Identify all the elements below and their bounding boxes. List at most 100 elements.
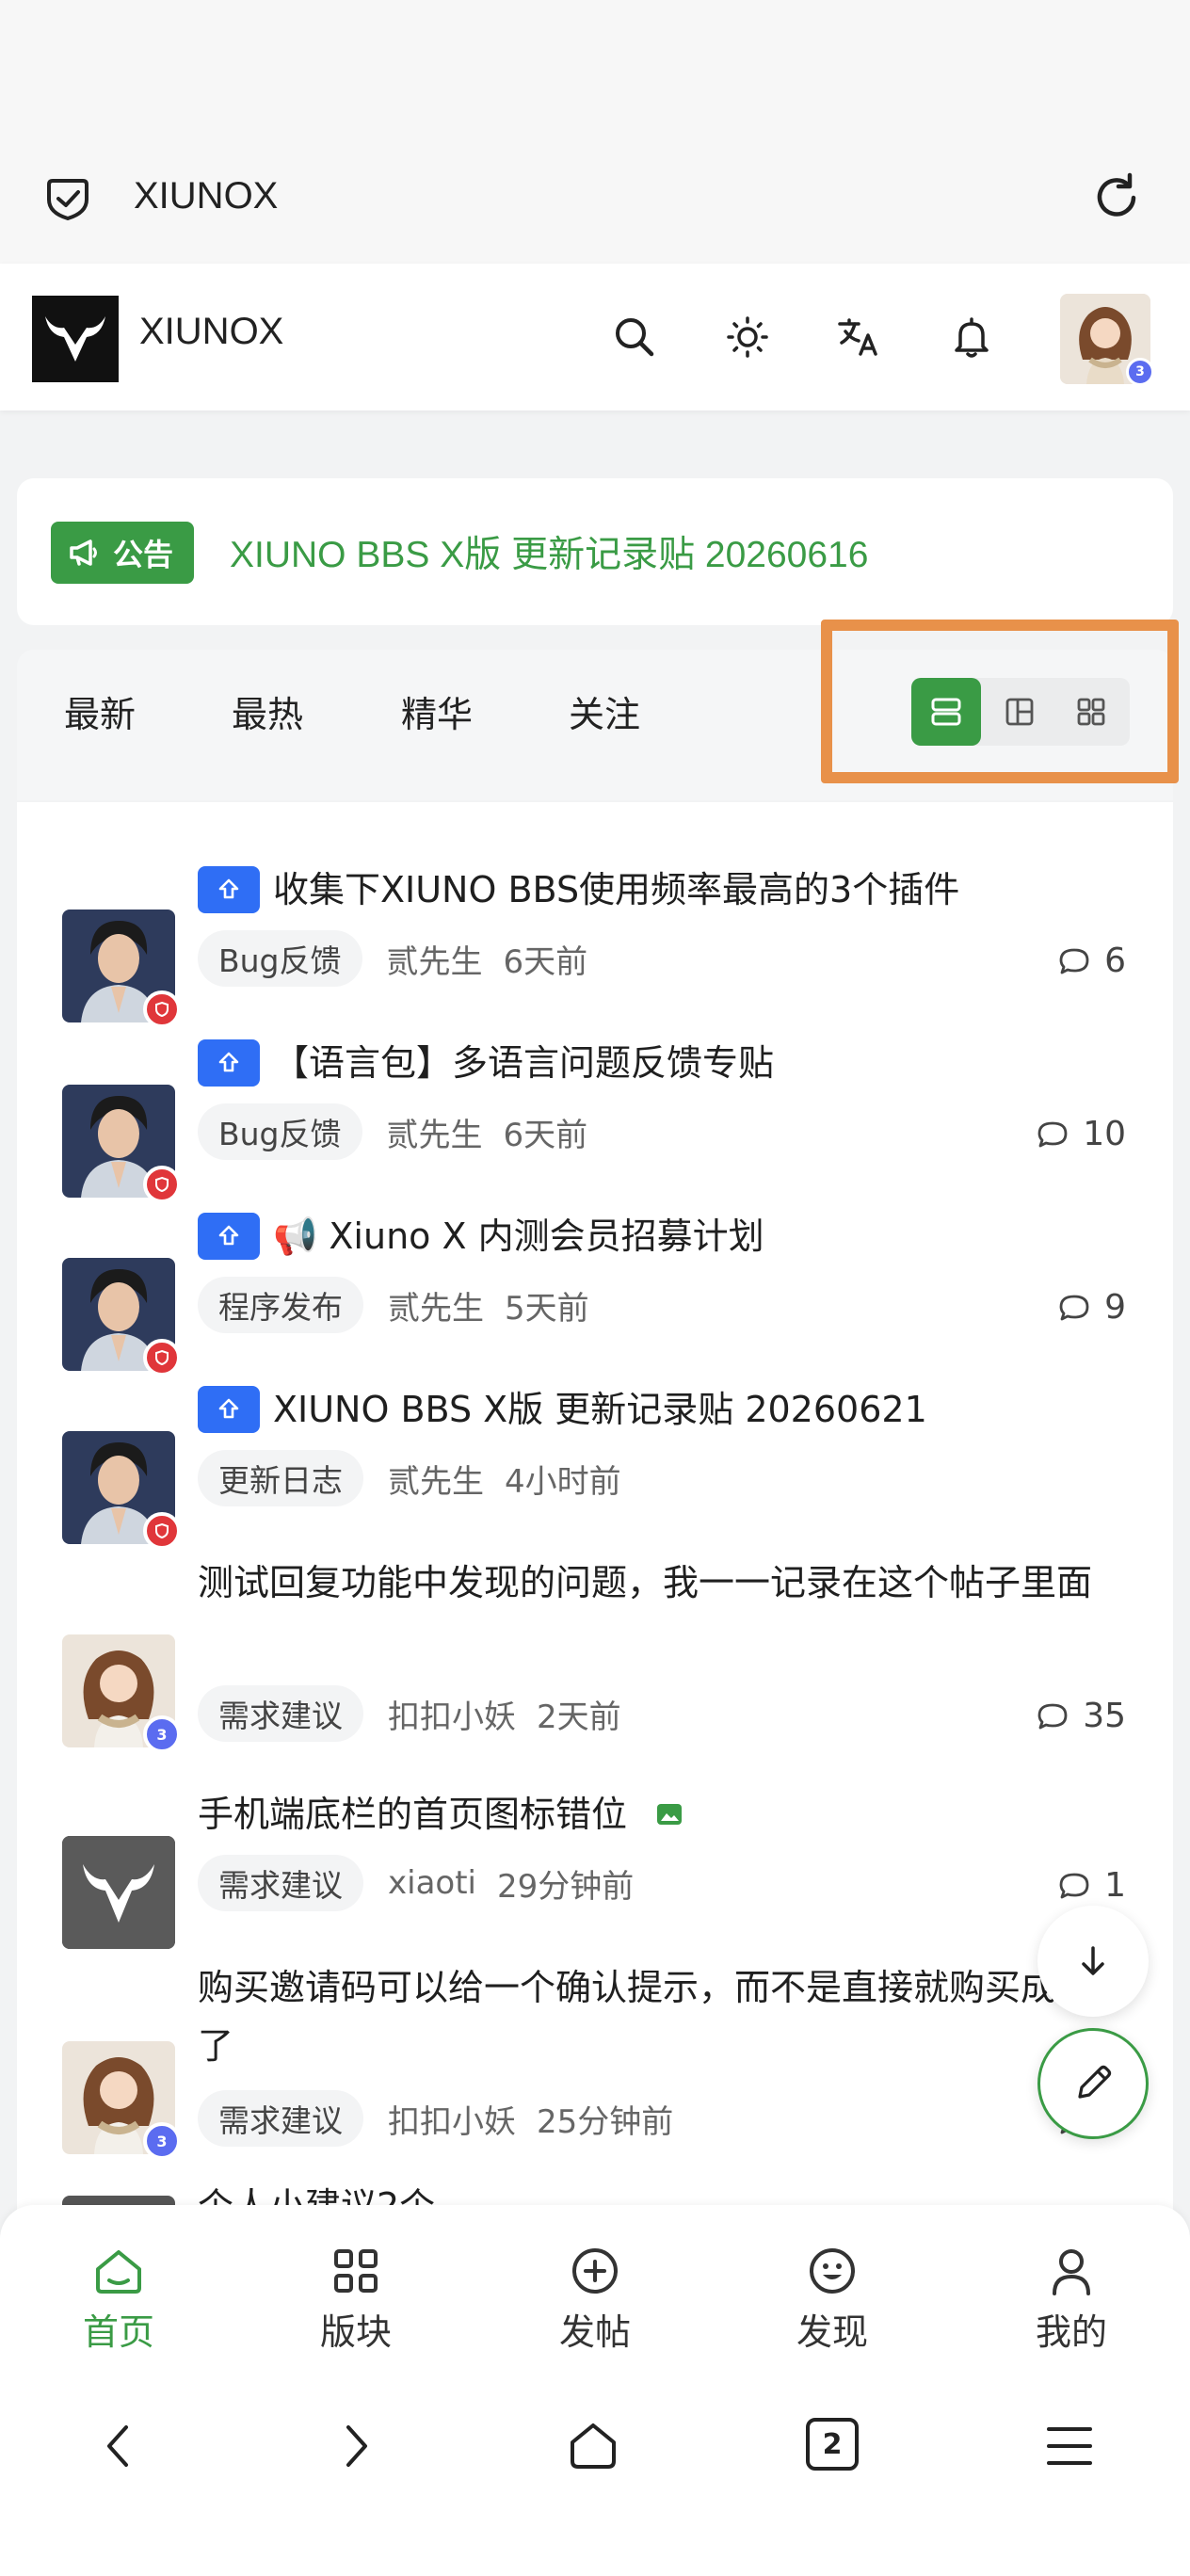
post-author[interactable]: 扣扣小妖	[388, 2096, 516, 2142]
nav-post-label: 发帖	[558, 2311, 631, 2353]
pin-up-icon	[218, 1225, 239, 1246]
post-author[interactable]: 扣扣小妖	[388, 1691, 516, 1737]
forum-tag[interactable]: 需求建议	[198, 1685, 363, 1742]
nav-home-label: 首页	[82, 2311, 154, 2353]
new-post-button[interactable]	[1037, 2028, 1149, 2139]
post-title-text[interactable]: 测试回复功能中发现的问题，我一一记录在这个帖子里面	[198, 1562, 1092, 1603]
search-icon[interactable]	[610, 313, 659, 362]
bell-icon[interactable]	[947, 313, 996, 362]
post-time: 29分钟前	[496, 1867, 635, 1906]
megaphone-icon	[70, 539, 97, 566]
post-title-text[interactable]: 【语言包】多语言问题反馈专贴	[273, 1034, 774, 1092]
pinned-badge	[198, 1213, 260, 1260]
pinned-badge	[198, 1039, 260, 1087]
post-title[interactable]: 收集下XIUNO BBS使用频率最高的3个插件	[198, 861, 959, 919]
back-icon[interactable]	[90, 2418, 147, 2474]
post-title[interactable]: XIUNO BBS X版 更新记录贴 20260621	[198, 1380, 927, 1439]
post-time: 6天前	[503, 1116, 588, 1154]
post-author[interactable]: xiaoti	[388, 1864, 476, 1902]
pencil-icon	[1078, 2065, 1112, 2099]
user-icon	[1053, 2249, 1090, 2295]
tab-hot[interactable]: 最热	[232, 685, 303, 737]
forum-tag[interactable]: Bug反馈	[198, 1103, 362, 1160]
comment-count: 35	[1036, 1697, 1126, 1735]
comment-icon	[1037, 1121, 1068, 1147]
user-avatar[interactable]: 3	[1060, 294, 1154, 386]
nav-home[interactable]: 首页	[53, 2243, 185, 2355]
system-nav-bar: 2	[0, 2365, 1190, 2576]
forum-tag[interactable]: 程序发布	[198, 1277, 363, 1333]
forum-tag[interactable]: 需求建议	[198, 2090, 363, 2147]
forward-icon[interactable]	[328, 2418, 384, 2474]
post-meta: 更新日志 贰先生 4小时前	[198, 1450, 621, 1506]
nav-discover[interactable]: 发现	[766, 2243, 898, 2355]
forum-tag[interactable]: 需求建议	[198, 1855, 363, 1911]
avatar[interactable]	[62, 1258, 181, 1377]
post-author[interactable]: 贰先生	[388, 1282, 484, 1328]
avatar[interactable]	[62, 1836, 175, 1949]
nav-forums[interactable]: 版块	[290, 2243, 422, 2355]
comment-icon	[1037, 1703, 1068, 1729]
tab-latest[interactable]: 最新	[64, 685, 136, 737]
home-icon	[96, 2250, 141, 2294]
nav-profile-label: 我的	[1035, 2311, 1107, 2353]
post-title[interactable]: 测试回复功能中发现的问题，我一一记录在这个帖子里面	[198, 1554, 1102, 1612]
comment-count: 9	[1057, 1288, 1126, 1327]
pin-up-icon	[218, 1398, 239, 1419]
view-grid-button[interactable]	[1056, 678, 1126, 746]
forum-tag[interactable]: 更新日志	[198, 1450, 363, 1506]
view-list-button[interactable]	[911, 678, 981, 746]
avatar[interactable]: 3	[62, 2041, 181, 2160]
post-title-text[interactable]: 📢 Xiuno X 内测会员招募计划	[273, 1207, 764, 1265]
post-title-text[interactable]: 购买邀请码可以给一个确认提示，而不是直接就购买成功了	[198, 1967, 1092, 2067]
post-author[interactable]: 贰先生	[387, 936, 483, 982]
nav-profile[interactable]: 我的	[1005, 2243, 1137, 2355]
translate-icon[interactable]	[834, 313, 883, 362]
announcement-link[interactable]: XIUNO BBS X版 更新记录贴 20260616	[230, 525, 868, 578]
pin-up-icon	[218, 878, 239, 899]
url-text[interactable]: XIUNOX	[134, 175, 278, 217]
post-title-text[interactable]: 手机端底栏的首页图标错位	[198, 1785, 627, 1843]
post-title-text[interactable]: 收集下XIUNO BBS使用频率最高的3个插件	[273, 861, 959, 919]
card-view-icon	[1005, 698, 1034, 726]
plus-circle-icon	[572, 2248, 618, 2294]
reload-icon[interactable]	[1088, 169, 1145, 226]
level-badge: 3	[1126, 358, 1154, 386]
home-outline-icon[interactable]	[565, 2418, 621, 2474]
url-bar[interactable]: XIUNOX	[0, 151, 1190, 245]
nav-discover-label: 发现	[796, 2311, 868, 2353]
tabs-button[interactable]: 2	[806, 2418, 859, 2471]
scroll-down-button[interactable]	[1037, 1906, 1149, 2017]
view-card-button[interactable]	[985, 678, 1054, 746]
post-title[interactable]: 购买邀请码可以给一个确认提示，而不是直接就购买成功了	[198, 1958, 1102, 2075]
shield-check-icon[interactable]	[41, 171, 94, 224]
post-title[interactable]: 手机端底栏的首页图标错位	[198, 1785, 683, 1843]
avatar[interactable]	[62, 910, 181, 1028]
post-title-text[interactable]: XIUNO BBS X版 更新记录贴 20260621	[273, 1380, 927, 1439]
post-title[interactable]: 【语言包】多语言问题反馈专贴	[198, 1034, 774, 1092]
post-time: 4小时前	[505, 1462, 621, 1501]
tab-count: 2	[822, 2427, 843, 2461]
post-author[interactable]: 贰先生	[387, 1109, 483, 1155]
avatar[interactable]	[62, 1431, 181, 1550]
tab-following[interactable]: 关注	[569, 685, 640, 737]
comment-icon	[1059, 948, 1089, 974]
site-logo[interactable]	[32, 296, 119, 382]
grid-icon	[334, 2249, 378, 2293]
post-meta: 需求建议 扣扣小妖 2天前	[198, 1685, 621, 1742]
post-title[interactable]: 📢 Xiuno X 内测会员招募计划	[198, 1207, 764, 1265]
comment-icon	[1059, 1295, 1089, 1320]
theme-sun-icon[interactable]	[723, 313, 772, 362]
tab-featured[interactable]: 精华	[401, 685, 473, 737]
announcement-bar[interactable]: 公告 XIUNO BBS X版 更新记录贴 20260616	[17, 478, 1173, 625]
menu-icon[interactable]	[1041, 2418, 1098, 2474]
bull-logo-icon	[45, 316, 105, 362]
site-name[interactable]: XIUNOX	[139, 311, 283, 353]
moderator-badge	[143, 1512, 181, 1550]
post-author[interactable]: 贰先生	[388, 1456, 484, 1502]
avatar[interactable]	[62, 1085, 181, 1203]
nav-post[interactable]: 发帖	[529, 2243, 661, 2355]
forum-tag[interactable]: Bug反馈	[198, 930, 362, 987]
comment-count: 1	[1057, 1866, 1126, 1905]
avatar[interactable]: 3	[62, 1634, 181, 1753]
